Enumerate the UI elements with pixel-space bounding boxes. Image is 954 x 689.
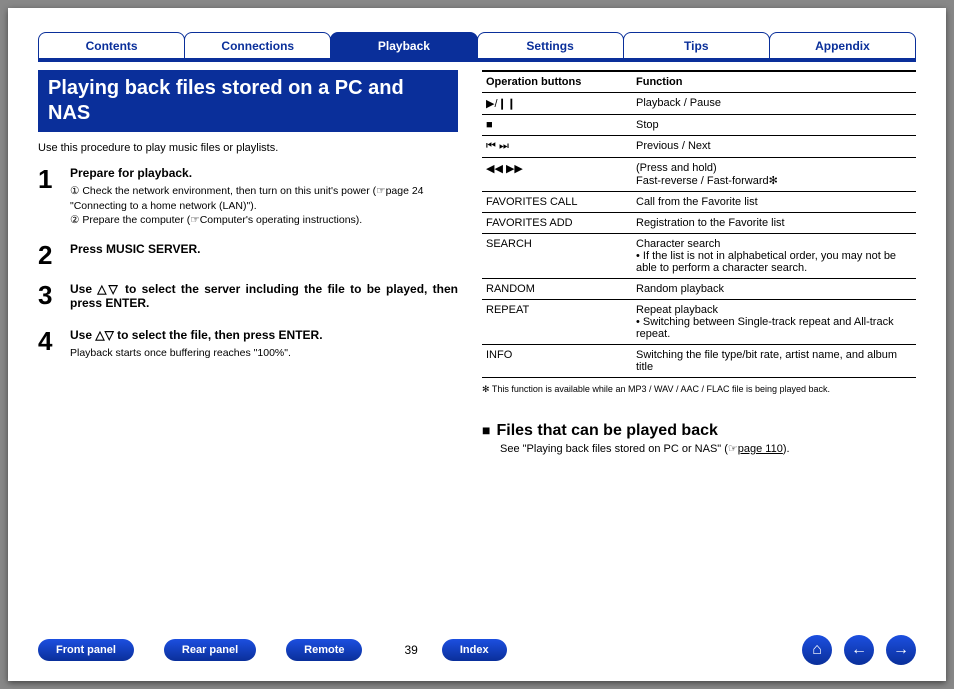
page-title: Playing back files stored on a PC and NA… bbox=[38, 70, 458, 132]
right-column: Operation buttons Function ▶/❙❙Playback … bbox=[482, 70, 916, 455]
prev-page-button[interactable]: ← bbox=[844, 635, 874, 665]
table-row: ⏮ ⏭Previous / Next bbox=[482, 136, 916, 158]
op-button-cell: SEARCH bbox=[482, 234, 632, 279]
operation-table: Operation buttons Function ▶/❙❙Playback … bbox=[482, 70, 916, 378]
op-function-cell: Registration to the Favorite list bbox=[632, 213, 916, 234]
tab-playback[interactable]: Playback bbox=[330, 32, 477, 58]
op-button-cell: ▶/❙❙ bbox=[482, 93, 632, 115]
tab-settings[interactable]: Settings bbox=[477, 32, 624, 58]
remote-button[interactable]: Remote bbox=[286, 639, 362, 661]
op-function-cell: (Press and hold) Fast-reverse / Fast-for… bbox=[632, 158, 916, 192]
left-column: Playing back files stored on a PC and NA… bbox=[38, 70, 458, 455]
step-heading: Use △▽ to select the server including th… bbox=[70, 282, 458, 310]
table-row: RANDOMRandom playback bbox=[482, 279, 916, 300]
op-button-cell: INFO bbox=[482, 345, 632, 378]
step-heading: Use △▽ to select the file, then press EN… bbox=[70, 328, 323, 342]
op-function-cell: Character search • If the list is not in… bbox=[632, 234, 916, 279]
tab-appendix[interactable]: Appendix bbox=[769, 32, 916, 58]
op-function-cell: Previous / Next bbox=[632, 136, 916, 158]
intro-text: Use this procedure to play music files o… bbox=[38, 142, 458, 154]
step-heading: Press MUSIC SERVER. bbox=[70, 242, 201, 256]
op-button-cell: REPEAT bbox=[482, 300, 632, 345]
op-button-cell: ■ bbox=[482, 115, 632, 136]
step-line: ② Prepare the computer (☞Computer's oper… bbox=[70, 213, 458, 228]
op-function-cell: Switching the file type/bit rate, artist… bbox=[632, 345, 916, 378]
step-heading: Prepare for playback. bbox=[70, 166, 458, 180]
table-row: REPEATRepeat playback • Switching betwee… bbox=[482, 300, 916, 345]
op-function-cell: Stop bbox=[632, 115, 916, 136]
subsection-title: Files that can be played back bbox=[496, 422, 717, 439]
op-function-cell: Repeat playback • Switching between Sing… bbox=[632, 300, 916, 345]
page-number: 39 bbox=[404, 643, 417, 657]
index-button[interactable]: Index bbox=[442, 639, 507, 661]
step-2: 2 Press MUSIC SERVER. bbox=[38, 242, 458, 268]
table-row: ◀◀ ▶▶(Press and hold) Fast-reverse / Fas… bbox=[482, 158, 916, 192]
rear-panel-button[interactable]: Rear panel bbox=[164, 639, 256, 661]
bottom-nav: Front panel Rear panel Remote 39 Index ⌂… bbox=[38, 635, 916, 665]
step-desc: ① Check the network environment, then tu… bbox=[70, 184, 458, 228]
table-row: ▶/❙❙Playback / Pause bbox=[482, 93, 916, 115]
op-function-cell: Random playback bbox=[632, 279, 916, 300]
tab-tips[interactable]: Tips bbox=[623, 32, 770, 58]
next-page-button[interactable]: → bbox=[886, 635, 916, 665]
op-button-cell: RANDOM bbox=[482, 279, 632, 300]
table-row: FAVORITES CALLCall from the Favorite lis… bbox=[482, 192, 916, 213]
table-row: INFOSwitching the file type/bit rate, ar… bbox=[482, 345, 916, 378]
table-footnote: ✻ This function is available while an MP… bbox=[482, 384, 916, 396]
table-row: ■Stop bbox=[482, 115, 916, 136]
front-panel-button[interactable]: Front panel bbox=[38, 639, 134, 661]
step-number: 1 bbox=[38, 166, 58, 228]
arrow-right-icon: → bbox=[893, 641, 909, 659]
op-button-cell: FAVORITES CALL bbox=[482, 192, 632, 213]
op-button-cell: FAVORITES ADD bbox=[482, 213, 632, 234]
table-row: FAVORITES ADDRegistration to the Favorit… bbox=[482, 213, 916, 234]
step-4: 4 Use △▽ to select the file, then press … bbox=[38, 328, 458, 361]
step-number: 4 bbox=[38, 328, 58, 361]
op-button-cell: ⏮ ⏭ bbox=[482, 136, 632, 158]
table-row: SEARCHCharacter search • If the list is … bbox=[482, 234, 916, 279]
home-icon: ⌂ bbox=[812, 641, 822, 659]
tab-connections[interactable]: Connections bbox=[184, 32, 331, 58]
tab-underline bbox=[38, 58, 916, 62]
square-bullet-icon: ■ bbox=[482, 422, 490, 438]
step-1: 1 Prepare for playback. ① Check the netw… bbox=[38, 166, 458, 228]
top-tabs: Contents Connections Playback Settings T… bbox=[38, 30, 916, 58]
op-button-cell: ◀◀ ▶▶ bbox=[482, 158, 632, 192]
subsection-heading: ■ Files that can be played back bbox=[482, 422, 916, 440]
op-function-cell: Call from the Favorite list bbox=[632, 192, 916, 213]
tab-contents[interactable]: Contents bbox=[38, 32, 185, 58]
subsection-text: See "Playing back files stored on PC or … bbox=[500, 442, 916, 455]
sub-text-suffix: ). bbox=[783, 443, 790, 455]
manual-page: Contents Connections Playback Settings T… bbox=[8, 8, 946, 681]
step-number: 2 bbox=[38, 242, 58, 268]
table-header: Function bbox=[632, 71, 916, 93]
sub-text-prefix: See "Playing back files stored on PC or … bbox=[500, 443, 738, 455]
op-function-cell: Playback / Pause bbox=[632, 93, 916, 115]
arrow-left-icon: ← bbox=[851, 641, 867, 659]
step-3: 3 Use △▽ to select the server including … bbox=[38, 282, 458, 314]
step-line: ① Check the network environment, then tu… bbox=[70, 184, 458, 213]
home-button[interactable]: ⌂ bbox=[802, 635, 832, 665]
step-number: 3 bbox=[38, 282, 58, 314]
step-desc: Playback starts once buffering reaches "… bbox=[70, 346, 323, 361]
table-header: Operation buttons bbox=[482, 71, 632, 93]
page-link[interactable]: page 110 bbox=[738, 443, 783, 455]
